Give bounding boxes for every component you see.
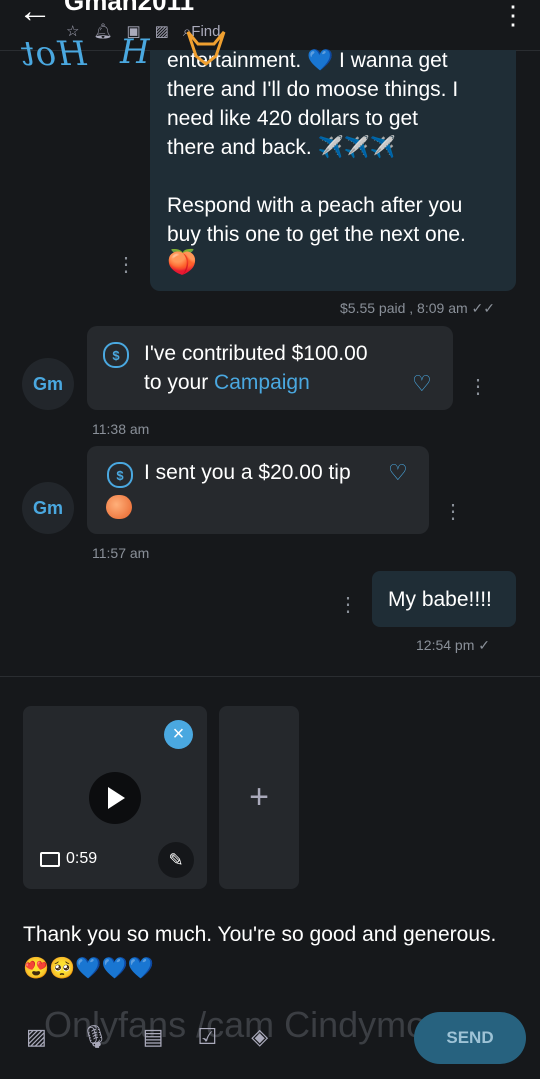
send-button[interactable]: SEND [414,1012,526,1064]
dollar-icon: $ [103,342,129,368]
more-options-icon[interactable]: ⋮ [500,0,526,31]
image-icon[interactable]: ▨ [26,1024,47,1050]
message-text: My babe!!!! [388,588,492,611]
message-time: 12:54 pm ✓ [416,637,490,653]
avatar[interactable]: Gm [22,358,74,410]
message-text: entertainment. 💙 I wanna get there and I… [167,49,466,246]
video-camera-icon [40,851,60,867]
microphone-icon[interactable]: 🎙︎ [81,1024,109,1050]
bell-icon[interactable]: 🔔︎ [93,22,112,40]
contribution-campaign-line: to your Campaign [144,371,310,394]
schedule-icon[interactable]: ☑ [198,1024,218,1050]
gallery-icon[interactable]: ▤ [143,1024,164,1050]
message-time: 11:38 am [92,421,150,437]
peach-emoji [106,495,132,519]
divider [0,676,540,677]
price-tag-icon[interactable]: ◈ [251,1024,268,1050]
campaign-link[interactable]: Campaign [214,371,310,394]
avatar[interactable]: Gm [22,482,74,534]
chat-title: Gman2011 [64,0,195,16]
like-heart-icon[interactable]: ♡ [388,460,408,486]
add-media-button[interactable]: + [219,706,299,889]
message-input[interactable]: Thank you so much. You're so good and ge… [23,918,513,986]
image-icon[interactable]: ▨ [155,22,169,40]
dollar-icon: $ [107,462,133,488]
peach-emoji: 🍑 [167,249,197,276]
like-heart-icon[interactable]: ♡ [412,371,432,397]
message-meta: $5.55 paid , 8:09 am ✓✓ [340,300,495,316]
remove-attachment-icon[interactable]: × [164,720,193,749]
message-options-icon[interactable]: ⋮ [443,499,463,524]
message-options-icon[interactable]: ⋮ [338,592,358,617]
watermark-logo: Hot [20,34,87,74]
play-icon [108,787,125,809]
tip-text: I sent you a $20.00 tip [144,461,351,484]
video-duration: 0:59 [40,850,97,868]
watermark-logo: H [120,32,150,72]
fox-logo-icon [186,31,226,66]
message-options-icon[interactable]: ⋮ [468,374,488,399]
back-arrow-icon[interactable]: ← [18,0,52,28]
message-options-icon[interactable]: ⋮ [116,252,136,277]
edit-icon[interactable]: ✎ [158,842,194,878]
composer-toolbar: ▨ 🎙︎ ▤ ☑ ◈ [26,1024,268,1050]
message-time: 11:57 am [92,545,150,561]
contribution-text: I've contributed $100.00 [144,342,368,365]
